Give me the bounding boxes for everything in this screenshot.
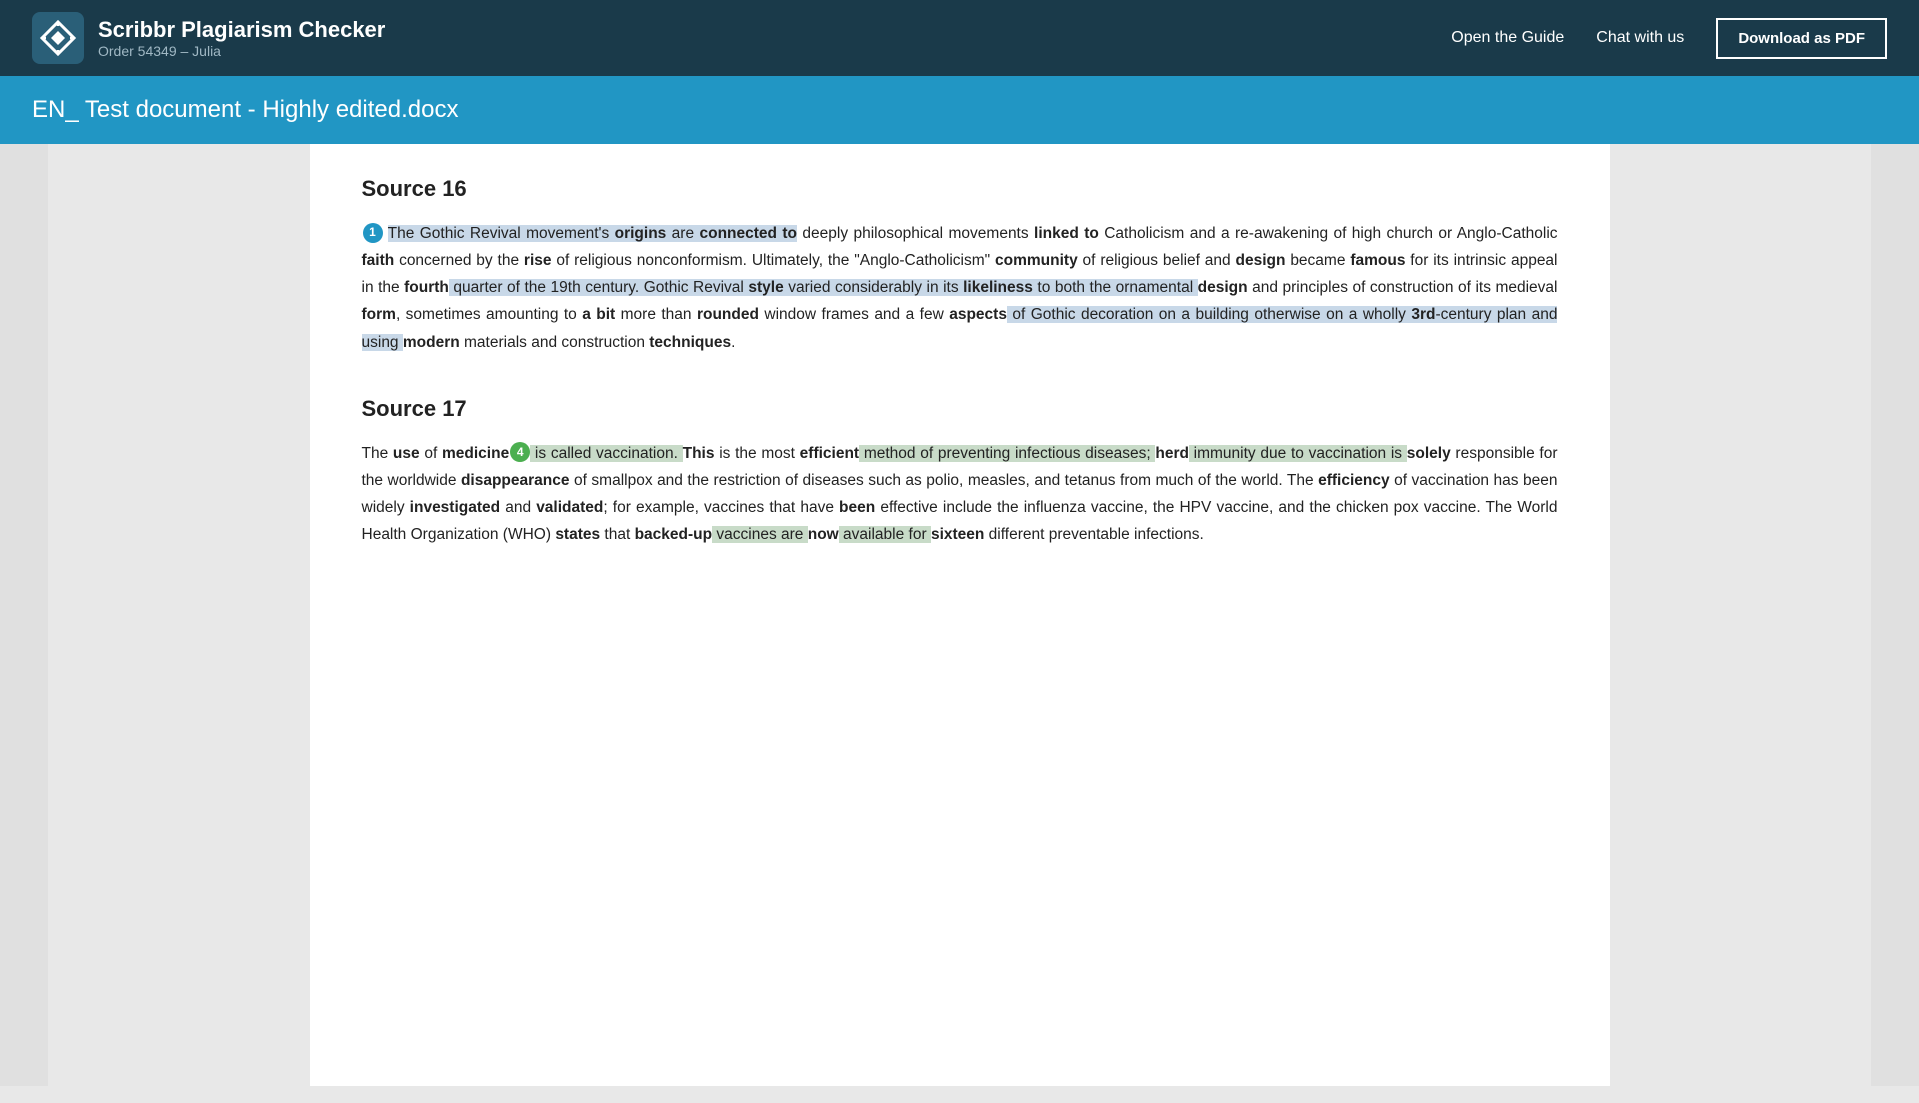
plain-text: deeply philosophical movements <box>797 225 1034 242</box>
hl-text-bold: 3rd <box>1411 306 1435 323</box>
plain-text: of smallpox and the restriction of disea… <box>570 472 1319 489</box>
bold-text: rise <box>524 252 552 269</box>
header-left: Scribbr Plagiarism Checker Order 54349 –… <box>32 12 385 64</box>
source-16-heading: Source 16 <box>362 176 1558 202</box>
bold-text: disappearance <box>461 472 570 489</box>
right-sidebar <box>1871 144 1919 1086</box>
header-title-block: Scribbr Plagiarism Checker Order 54349 –… <box>98 17 385 59</box>
bold-text: linked to <box>1034 225 1099 242</box>
plain-text: became <box>1285 252 1350 269</box>
hl-text-bold: origins <box>615 225 667 242</box>
plain-text: different preventable infections. <box>984 526 1203 543</box>
bold-text: now <box>808 526 839 543</box>
plain-text: of religious nonconformism. Ultimately, … <box>552 252 996 269</box>
plain-text: is the most <box>714 445 799 462</box>
source-17-paragraph: The use of medicine4 is called vaccinati… <box>362 440 1558 549</box>
source-17-heading: Source 17 <box>362 396 1558 422</box>
hl-text: is called vaccination. <box>530 445 682 462</box>
hl-text: are <box>666 225 699 242</box>
bold-text: design <box>1198 279 1248 296</box>
bold-text: faith <box>362 252 395 269</box>
plain-text: more than <box>615 306 697 323</box>
page-header: Scribbr Plagiarism Checker Order 54349 –… <box>0 0 1919 76</box>
source-16-badge: 1 <box>363 223 383 243</box>
source-17-badge: 4 <box>510 442 530 462</box>
bold-text: sixteen <box>931 526 984 543</box>
bold-text: This <box>683 445 715 462</box>
hl-text: to both the ornamental <box>1033 279 1198 296</box>
left-sidebar <box>0 144 48 1086</box>
plain-text: Catholicism and a re-awakening of high c… <box>1099 225 1558 242</box>
chat-with-us-button[interactable]: Chat with us <box>1596 29 1684 47</box>
hl-text-bold: connected to <box>699 225 797 242</box>
bold-text: states <box>555 526 600 543</box>
bold-text: design <box>1236 252 1286 269</box>
doc-title-bar: EN_ Test document - Highly edited.docx <box>0 76 1919 144</box>
scribbr-logo-icon <box>32 12 84 64</box>
bold-text: techniques <box>649 334 731 351</box>
header-right: Open the Guide Chat with us Download as … <box>1451 18 1887 59</box>
open-guide-button[interactable]: Open the Guide <box>1451 29 1564 47</box>
plain-text: materials and construction <box>460 334 650 351</box>
bold-text: medicine <box>442 445 509 462</box>
document-filename: EN_ Test document - Highly edited.docx <box>32 96 1887 124</box>
bold-text: rounded <box>697 306 759 323</box>
order-subtitle: Order 54349 – Julia <box>98 43 385 59</box>
hl-text-bold: style <box>748 279 783 296</box>
document-content: Source 16 1 The Gothic Revival movement'… <box>310 144 1610 1086</box>
main-area: Source 16 1 The Gothic Revival movement'… <box>0 144 1919 1086</box>
bold-text: been <box>839 499 875 516</box>
bold-text: backed-up <box>635 526 713 543</box>
bold-text: aspects <box>949 306 1007 323</box>
plain-text: of <box>420 445 442 462</box>
plain-text: , sometimes amounting to <box>396 306 582 323</box>
hl-text: method of preventing infectious diseases… <box>859 445 1155 462</box>
bold-text: validated <box>536 499 603 516</box>
hl-text: quarter of the 19th century. Gothic Revi… <box>449 279 748 296</box>
bold-text: solely <box>1407 445 1451 462</box>
bold-text: modern <box>403 334 460 351</box>
bold-text: community <box>995 252 1078 269</box>
hl-text: available for <box>839 526 931 543</box>
app-title: Scribbr Plagiarism Checker <box>98 17 385 43</box>
plain-text: . <box>731 334 735 351</box>
bold-text: use <box>393 445 420 462</box>
plain-text: that <box>600 526 634 543</box>
plain-text: The <box>362 445 393 462</box>
download-pdf-button[interactable]: Download as PDF <box>1716 18 1887 59</box>
hl-text: varied considerably in its <box>784 279 963 296</box>
bold-text: efficient <box>800 445 859 462</box>
bold-text: famous <box>1350 252 1405 269</box>
plain-text: and principles of construction of its me… <box>1248 279 1558 296</box>
plain-text: of religious belief and <box>1078 252 1236 269</box>
plain-text: concerned by the <box>394 252 524 269</box>
bold-text: form <box>362 306 396 323</box>
plain-text: window frames and a few <box>759 306 949 323</box>
source-16-paragraph: 1 The Gothic Revival movement's origins … <box>362 220 1558 356</box>
hl-text: The Gothic Revival movement's <box>388 225 615 242</box>
plain-text: ; for example, vaccines that have <box>603 499 839 516</box>
bold-text: a bit <box>582 306 615 323</box>
hl-text: vaccines are <box>712 526 808 543</box>
hl-text-bold: likeliness <box>963 279 1033 296</box>
source-16-section: Source 16 1 The Gothic Revival movement'… <box>362 176 1558 356</box>
bold-text: herd <box>1155 445 1189 462</box>
hl-text: immunity due to vaccination is <box>1189 445 1407 462</box>
hl-text: of Gothic decoration on a building other… <box>1007 306 1411 323</box>
bold-text: fourth <box>404 279 449 296</box>
bold-text: investigated <box>410 499 500 516</box>
source-17-section: Source 17 The use of medicine4 is called… <box>362 396 1558 549</box>
bold-text: efficiency <box>1318 472 1390 489</box>
plain-text: and <box>500 499 536 516</box>
